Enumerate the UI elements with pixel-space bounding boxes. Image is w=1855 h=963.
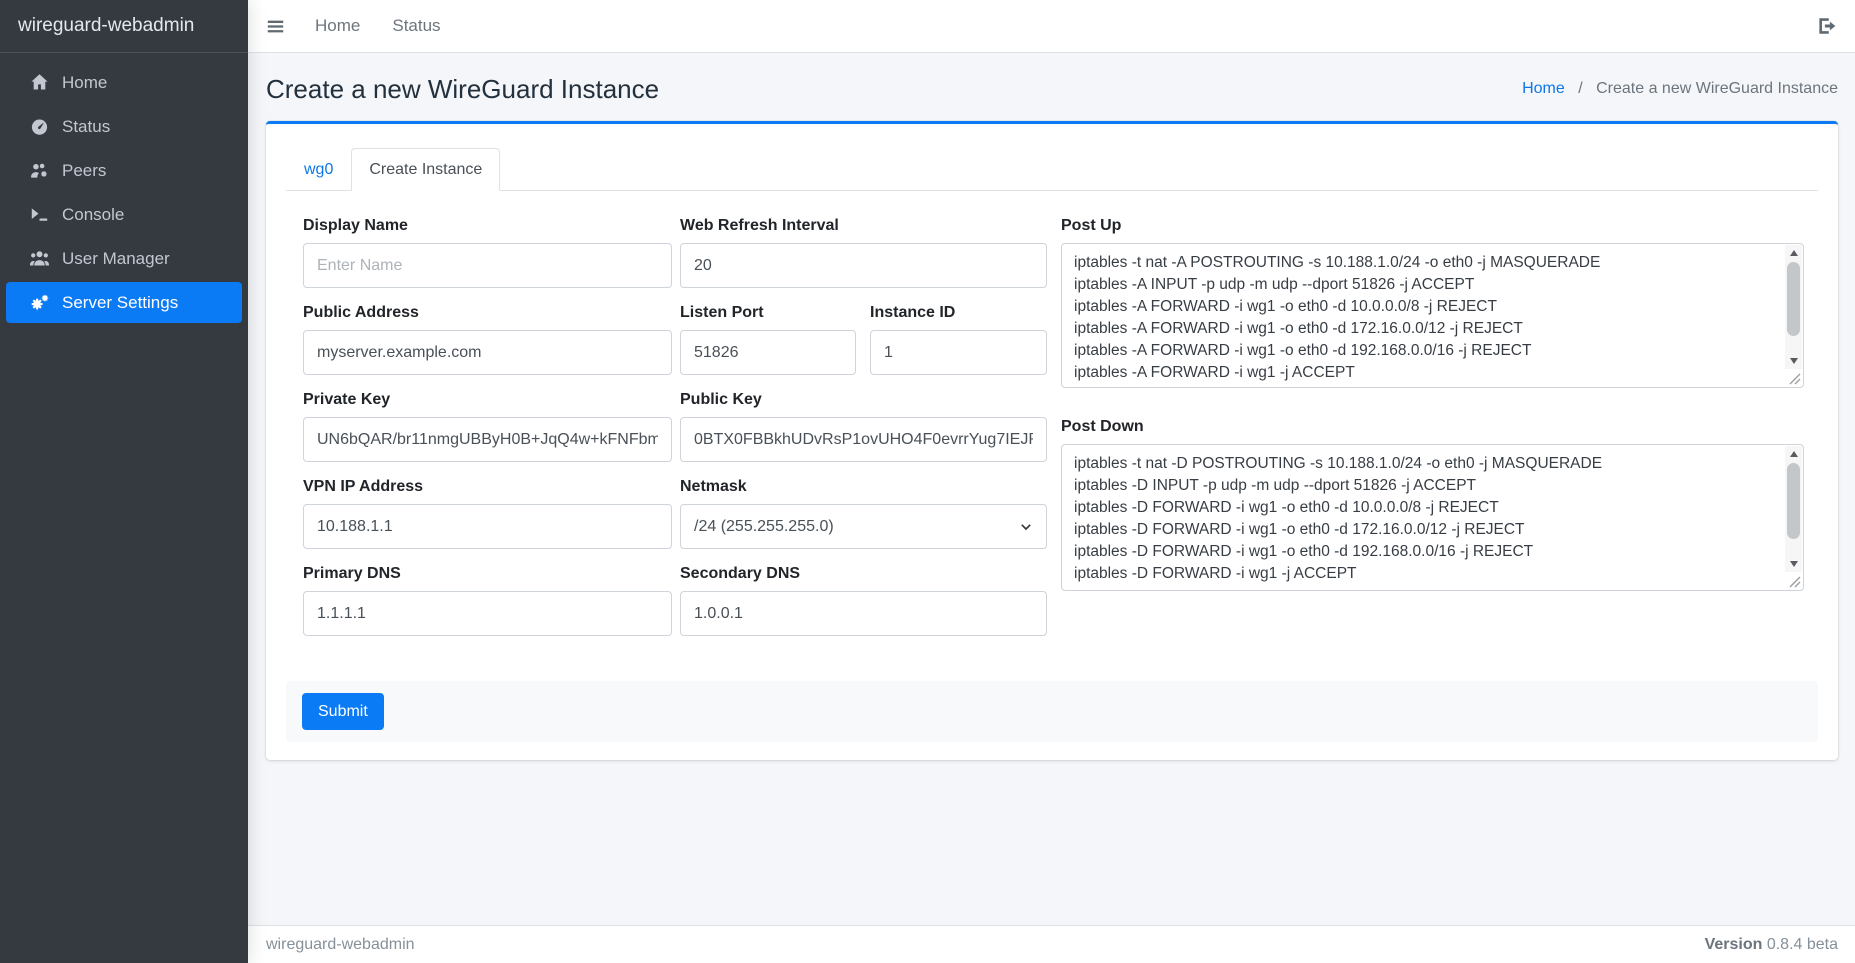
listen-port-input[interactable] [680,330,856,375]
breadcrumb-home-link[interactable]: Home [1522,80,1565,97]
instance-id-label: Instance ID [870,303,1047,322]
content-header: Create a new WireGuard Instance Home / C… [248,53,1855,121]
tab-wg0[interactable]: wg0 [286,148,351,191]
main-area: Home Status Create a new WireGuard Insta… [248,0,1855,963]
footer-brand: wireguard-webadmin [266,936,415,954]
display-name-input[interactable] [303,243,672,288]
sidebar-item-home[interactable]: Home [6,62,242,103]
create-instance-card: wg0 Create Instance Display Name Web Ref… [266,121,1838,760]
primary-dns-input[interactable] [303,591,672,636]
peers-users-gear-icon [30,161,49,180]
post-up-label: Post Up [1061,216,1804,235]
hamburger-menu-icon[interactable] [266,17,285,36]
sidebar: wireguard-webadmin Home Status Peers Con… [0,0,248,963]
sidebar-nav: Home Status Peers Console User Manager [0,53,248,335]
netmask-select[interactable]: /24 (255.255.255.0) [680,504,1047,549]
public-key-input[interactable] [680,417,1047,462]
sidebar-item-label: Server Settings [62,293,178,313]
post-up-scrollbar[interactable] [1785,245,1802,369]
sidebar-item-label: User Manager [62,249,170,269]
sidebar-item-user-manager[interactable]: User Manager [6,238,242,279]
resize-grip-icon[interactable] [1787,371,1802,386]
sidebar-item-label: Peers [62,161,106,181]
web-refresh-interval-label: Web Refresh Interval [680,216,1047,235]
home-icon [30,73,49,92]
vpn-ip-input[interactable] [303,504,672,549]
version-value: 0.8.4 beta [1767,936,1838,953]
scroll-up-arrow-icon[interactable] [1785,245,1802,261]
sidebar-item-label: Home [62,73,107,93]
primary-dns-label: Primary DNS [303,564,672,583]
form-left-columns: Display Name Web Refresh Interval Public… [303,216,1047,651]
page-title: Create a new WireGuard Instance [266,71,659,107]
topnav-link-status[interactable]: Status [376,16,456,36]
web-refresh-interval-input[interactable] [680,243,1047,288]
instance-form: Display Name Web Refresh Interval Public… [286,191,1818,651]
topnav-link-home[interactable]: Home [299,16,376,36]
public-key-label: Public Key [680,390,1047,409]
tab-create-instance[interactable]: Create Instance [351,148,500,191]
netmask-selected-value: /24 (255.255.255.0) [694,518,834,536]
secondary-dns-label: Secondary DNS [680,564,1047,583]
form-right-column: Post Up iptables -t nat -A POSTROUTING -… [1061,216,1804,651]
user-manager-users-icon [30,249,49,268]
instance-tabs: wg0 Create Instance [286,148,1818,191]
sidebar-item-label: Status [62,117,110,137]
content-area: Create a new WireGuard Instance Home / C… [248,53,1855,925]
version-label: Version [1705,936,1763,953]
resize-grip-icon[interactable] [1787,574,1802,589]
scrollbar-thumb[interactable] [1787,463,1800,539]
sidebar-item-peers[interactable]: Peers [6,150,242,191]
brand-link[interactable]: wireguard-webadmin [0,0,248,53]
post-down-text: iptables -t nat -D POSTROUTING -s 10.188… [1062,451,1781,586]
chevron-down-icon [1019,520,1033,534]
scroll-up-arrow-icon[interactable] [1785,446,1802,462]
console-terminal-icon [30,205,49,224]
post-down-label: Post Down [1061,417,1804,436]
brand-text: wireguard-webadmin [18,15,194,37]
post-down-scrollbar[interactable] [1785,446,1802,572]
page-footer: wireguard-webadmin Version 0.8.4 beta [248,925,1855,963]
public-address-label: Public Address [303,303,672,322]
post-up-textarea[interactable]: iptables -t nat -A POSTROUTING -s 10.188… [1061,243,1804,388]
breadcrumb-current: Create a new WireGuard Instance [1596,80,1838,97]
breadcrumb: Home / Create a new WireGuard Instance [1522,80,1838,98]
vpn-ip-label: VPN IP Address [303,477,672,496]
instance-id-input[interactable] [870,330,1047,375]
status-gauge-icon [30,117,49,136]
private-key-label: Private Key [303,390,672,409]
sign-out-icon[interactable] [1817,16,1837,36]
netmask-label: Netmask [680,477,1047,496]
footer-version: Version 0.8.4 beta [1705,936,1838,954]
scroll-down-arrow-icon[interactable] [1785,353,1802,369]
scroll-down-arrow-icon[interactable] [1785,556,1802,572]
top-navbar: Home Status [248,0,1855,53]
sidebar-item-server-settings[interactable]: Server Settings [6,282,242,323]
sidebar-item-console[interactable]: Console [6,194,242,235]
post-down-textarea[interactable]: iptables -t nat -D POSTROUTING -s 10.188… [1061,444,1804,591]
private-key-input[interactable] [303,417,672,462]
public-address-input[interactable] [303,330,672,375]
scrollbar-thumb[interactable] [1787,262,1800,336]
submit-button[interactable]: Submit [302,693,384,730]
form-footer: Submit [286,681,1818,742]
sidebar-item-status[interactable]: Status [6,106,242,147]
server-settings-gears-icon [30,293,49,312]
secondary-dns-input[interactable] [680,591,1047,636]
listen-port-label: Listen Port [680,303,856,322]
breadcrumb-separator: / [1578,80,1582,97]
display-name-label: Display Name [303,216,672,235]
sidebar-item-label: Console [62,205,124,225]
post-up-text: iptables -t nat -A POSTROUTING -s 10.188… [1062,250,1781,383]
